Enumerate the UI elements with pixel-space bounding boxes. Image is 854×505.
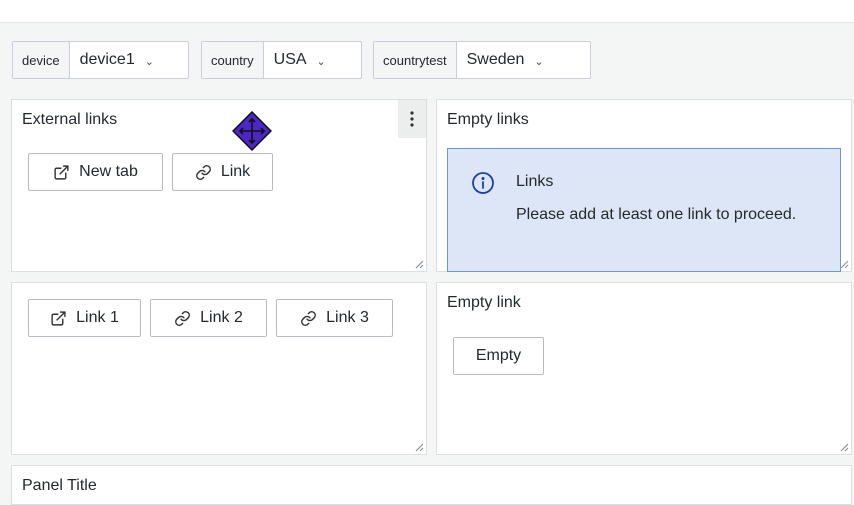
resize-handle-icon[interactable] (414, 442, 424, 452)
variable-label: device (13, 42, 70, 78)
link-3-button[interactable]: Link 3 (276, 299, 393, 337)
move-cursor-icon (232, 111, 272, 151)
button-label: New tab (79, 163, 138, 180)
variable-select[interactable]: device1 ⌄ (70, 42, 164, 78)
variable-label: countrytest (374, 42, 457, 78)
link-icon (195, 164, 211, 180)
variable-value: Sweden (466, 51, 525, 68)
button-label: Link 2 (200, 309, 243, 326)
top-bar (0, 0, 854, 23)
empty-button[interactable]: Empty (453, 337, 544, 375)
resize-handle-icon[interactable] (414, 259, 424, 269)
panel-title: Empty link (447, 294, 521, 311)
variable-label: country (202, 42, 264, 78)
chevron-down-icon: ⌄ (534, 55, 544, 68)
resize-handle-icon[interactable] (839, 259, 849, 269)
button-label: Link (220, 163, 251, 180)
panel-links: Link 1 Link 2 Link 3 (11, 282, 427, 455)
panel-title: External links (22, 111, 118, 128)
chevron-down-icon: ⌄ (316, 55, 326, 68)
variable-countrytest[interactable]: countrytest Sweden ⌄ (373, 41, 591, 79)
panel-bottom: Panel Title (11, 465, 852, 505)
info-alert: Links Please add at least one link to pr… (447, 148, 841, 272)
external-link-icon (51, 310, 66, 326)
panel-empty-links: Empty links Links Please add at least on… (436, 99, 852, 272)
link-icon (301, 310, 317, 326)
panel-empty-link: Empty link Empty (436, 282, 852, 455)
chevron-down-icon: ⌄ (144, 55, 154, 68)
panel-external-links: External links New tab Link (11, 99, 427, 272)
button-label: Link 1 (76, 309, 119, 326)
external-link-icon (54, 164, 69, 180)
link-1-button[interactable]: Link 1 (28, 299, 141, 337)
info-alert-body: Please add at least one link to proceed. (516, 206, 797, 223)
info-alert-title: Links (516, 173, 554, 190)
link-button[interactable]: Link (172, 153, 273, 191)
panel-menu-button[interactable] (398, 100, 426, 138)
variable-value: device1 (79, 51, 135, 68)
button-label: Link 3 (326, 309, 369, 326)
button-label: Empty (475, 347, 522, 364)
variable-select[interactable]: USA ⌄ (264, 42, 336, 78)
panel-title: Empty links (447, 111, 529, 128)
new-tab-button[interactable]: New tab (28, 153, 163, 191)
link-2-button[interactable]: Link 2 (150, 299, 267, 337)
variable-country[interactable]: country USA ⌄ (201, 41, 362, 79)
link-icon (175, 310, 191, 326)
kebab-menu-icon (410, 111, 414, 127)
variable-device[interactable]: device device1 ⌄ (12, 41, 189, 79)
info-circle-icon (472, 172, 494, 194)
variable-select[interactable]: Sweden ⌄ (457, 42, 554, 78)
variable-value: USA (273, 51, 307, 68)
resize-handle-icon[interactable] (839, 442, 849, 452)
